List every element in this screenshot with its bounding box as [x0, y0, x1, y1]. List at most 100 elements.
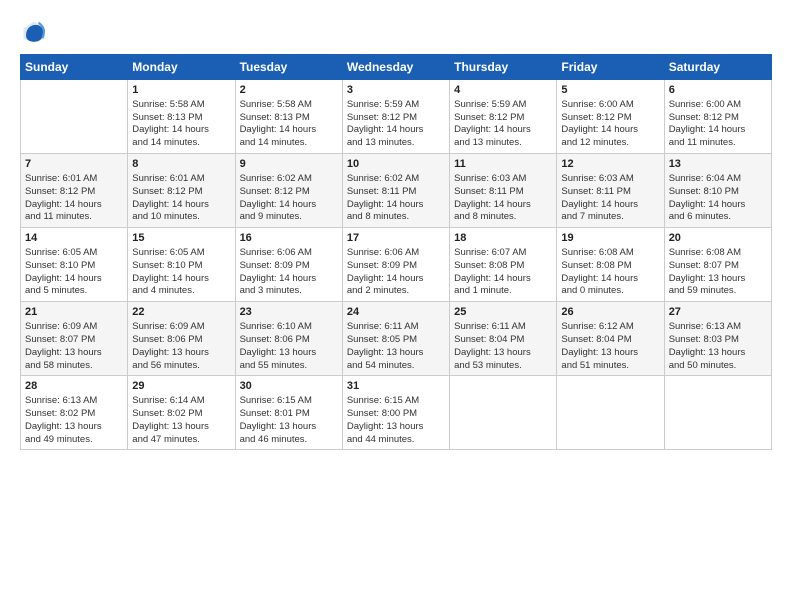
day-info-line: Sunrise: 5:58 AM	[132, 99, 230, 112]
day-info-line: and 8 minutes.	[347, 211, 445, 224]
day-info-line: Daylight: 14 hours	[240, 273, 338, 286]
day-info-line: Sunset: 8:10 PM	[132, 260, 230, 273]
day-info-line: and 9 minutes.	[240, 211, 338, 224]
day-info-line: Sunrise: 6:09 AM	[132, 321, 230, 334]
day-info-line: Daylight: 13 hours	[347, 421, 445, 434]
day-number: 26	[561, 305, 659, 320]
cell-content: 17Sunrise: 6:06 AMSunset: 8:09 PMDayligh…	[347, 231, 445, 298]
day-info-line: Sunset: 8:13 PM	[132, 112, 230, 125]
weekday-monday: Monday	[128, 55, 235, 80]
calendar-cell: 5Sunrise: 6:00 AMSunset: 8:12 PMDaylight…	[557, 80, 664, 154]
day-number: 18	[454, 231, 552, 246]
day-info-line: Sunset: 8:11 PM	[454, 186, 552, 199]
day-info-line: Sunset: 8:07 PM	[669, 260, 767, 273]
day-info-line: Daylight: 14 hours	[25, 273, 123, 286]
day-info-line: Sunrise: 6:00 AM	[669, 99, 767, 112]
day-info-line: Sunset: 8:12 PM	[347, 112, 445, 125]
cell-content: 11Sunrise: 6:03 AMSunset: 8:11 PMDayligh…	[454, 157, 552, 224]
cell-content: 23Sunrise: 6:10 AMSunset: 8:06 PMDayligh…	[240, 305, 338, 372]
day-info-line: Sunset: 8:01 PM	[240, 408, 338, 421]
day-info-line: Daylight: 13 hours	[669, 273, 767, 286]
cell-content: 20Sunrise: 6:08 AMSunset: 8:07 PMDayligh…	[669, 231, 767, 298]
day-info-line: Sunset: 8:00 PM	[347, 408, 445, 421]
day-info-line: Daylight: 14 hours	[132, 199, 230, 212]
day-info-line: and 1 minute.	[454, 285, 552, 298]
calendar-cell: 3Sunrise: 5:59 AMSunset: 8:12 PMDaylight…	[342, 80, 449, 154]
cell-content: 15Sunrise: 6:05 AMSunset: 8:10 PMDayligh…	[132, 231, 230, 298]
day-info-line: and 46 minutes.	[240, 434, 338, 447]
day-info-line: Sunrise: 6:15 AM	[240, 395, 338, 408]
day-number: 9	[240, 157, 338, 172]
day-info-line: Sunrise: 6:04 AM	[669, 173, 767, 186]
day-info-line: Daylight: 13 hours	[132, 421, 230, 434]
day-number: 17	[347, 231, 445, 246]
calendar-cell: 25Sunrise: 6:11 AMSunset: 8:04 PMDayligh…	[450, 302, 557, 376]
calendar-cell	[450, 376, 557, 450]
day-info-line: Sunset: 8:06 PM	[240, 334, 338, 347]
day-number: 12	[561, 157, 659, 172]
day-info-line: Sunset: 8:03 PM	[669, 334, 767, 347]
day-info-line: Sunrise: 6:13 AM	[25, 395, 123, 408]
day-info-line: Sunset: 8:12 PM	[25, 186, 123, 199]
cell-content: 8Sunrise: 6:01 AMSunset: 8:12 PMDaylight…	[132, 157, 230, 224]
week-row-2: 7Sunrise: 6:01 AMSunset: 8:12 PMDaylight…	[21, 154, 772, 228]
day-info-line: Sunrise: 6:00 AM	[561, 99, 659, 112]
day-info-line: Sunrise: 6:13 AM	[669, 321, 767, 334]
calendar-cell: 27Sunrise: 6:13 AMSunset: 8:03 PMDayligh…	[664, 302, 771, 376]
day-info-line: Sunrise: 6:03 AM	[561, 173, 659, 186]
day-info-line: and 4 minutes.	[132, 285, 230, 298]
cell-content: 14Sunrise: 6:05 AMSunset: 8:10 PMDayligh…	[25, 231, 123, 298]
header	[20, 18, 772, 46]
day-number: 25	[454, 305, 552, 320]
day-info-line: Daylight: 13 hours	[454, 347, 552, 360]
day-number: 2	[240, 83, 338, 98]
day-number: 21	[25, 305, 123, 320]
calendar-cell: 15Sunrise: 6:05 AMSunset: 8:10 PMDayligh…	[128, 228, 235, 302]
day-info-line: Sunrise: 6:14 AM	[132, 395, 230, 408]
day-info-line: and 5 minutes.	[25, 285, 123, 298]
day-info-line: and 44 minutes.	[347, 434, 445, 447]
day-info-line: and 6 minutes.	[669, 211, 767, 224]
day-number: 30	[240, 379, 338, 394]
calendar-cell: 8Sunrise: 6:01 AMSunset: 8:12 PMDaylight…	[128, 154, 235, 228]
day-number: 24	[347, 305, 445, 320]
day-info-line: and 55 minutes.	[240, 360, 338, 373]
day-number: 5	[561, 83, 659, 98]
day-info-line: Daylight: 14 hours	[132, 124, 230, 137]
day-info-line: Sunset: 8:08 PM	[454, 260, 552, 273]
day-info-line: Daylight: 14 hours	[561, 273, 659, 286]
cell-content: 16Sunrise: 6:06 AMSunset: 8:09 PMDayligh…	[240, 231, 338, 298]
week-row-4: 21Sunrise: 6:09 AMSunset: 8:07 PMDayligh…	[21, 302, 772, 376]
day-info-line: Sunrise: 6:11 AM	[454, 321, 552, 334]
day-info-line: Sunset: 8:02 PM	[132, 408, 230, 421]
day-info-line: Daylight: 13 hours	[240, 347, 338, 360]
day-info-line: Sunrise: 6:08 AM	[561, 247, 659, 260]
day-info-line: Sunset: 8:11 PM	[561, 186, 659, 199]
day-info-line: Sunset: 8:12 PM	[561, 112, 659, 125]
day-info-line: and 11 minutes.	[25, 211, 123, 224]
cell-content: 13Sunrise: 6:04 AMSunset: 8:10 PMDayligh…	[669, 157, 767, 224]
cell-content: 7Sunrise: 6:01 AMSunset: 8:12 PMDaylight…	[25, 157, 123, 224]
weekday-thursday: Thursday	[450, 55, 557, 80]
day-info-line: and 14 minutes.	[132, 137, 230, 150]
day-info-line: Sunrise: 6:11 AM	[347, 321, 445, 334]
cell-content: 6Sunrise: 6:00 AMSunset: 8:12 PMDaylight…	[669, 83, 767, 150]
day-number: 28	[25, 379, 123, 394]
calendar-cell	[664, 376, 771, 450]
calendar-cell: 28Sunrise: 6:13 AMSunset: 8:02 PMDayligh…	[21, 376, 128, 450]
day-info-line: Sunset: 8:10 PM	[669, 186, 767, 199]
day-info-line: Daylight: 14 hours	[240, 199, 338, 212]
cell-content: 27Sunrise: 6:13 AMSunset: 8:03 PMDayligh…	[669, 305, 767, 372]
day-number: 7	[25, 157, 123, 172]
day-info-line: Daylight: 14 hours	[454, 273, 552, 286]
day-info-line: Daylight: 14 hours	[347, 199, 445, 212]
day-number: 15	[132, 231, 230, 246]
day-info-line: and 53 minutes.	[454, 360, 552, 373]
day-info-line: and 11 minutes.	[669, 137, 767, 150]
cell-content: 12Sunrise: 6:03 AMSunset: 8:11 PMDayligh…	[561, 157, 659, 224]
cell-content: 25Sunrise: 6:11 AMSunset: 8:04 PMDayligh…	[454, 305, 552, 372]
day-info-line: Sunrise: 6:08 AM	[669, 247, 767, 260]
day-info-line: Sunset: 8:06 PM	[132, 334, 230, 347]
cell-content: 31Sunrise: 6:15 AMSunset: 8:00 PMDayligh…	[347, 379, 445, 446]
day-info-line: Sunset: 8:08 PM	[561, 260, 659, 273]
